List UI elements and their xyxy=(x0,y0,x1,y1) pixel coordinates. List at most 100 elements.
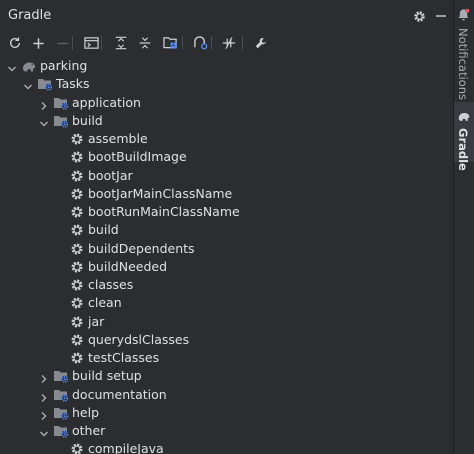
task-folder-icon xyxy=(53,113,69,129)
node-label: application xyxy=(72,94,141,110)
node-label: clean xyxy=(88,295,122,311)
node-label: buildNeeded xyxy=(88,258,168,274)
task-group-node[interactable]: other xyxy=(0,422,453,440)
gear-icon xyxy=(69,259,85,275)
chevron-right-icon[interactable] xyxy=(38,389,50,402)
node-label: build xyxy=(72,112,103,128)
task-node[interactable]: querydslClasses xyxy=(0,331,453,349)
gear-icon xyxy=(69,314,85,330)
task-group-node[interactable]: help xyxy=(0,404,453,422)
task-node[interactable]: jar xyxy=(0,313,453,331)
task-node[interactable]: classes xyxy=(0,276,453,294)
group-modules-icon[interactable] xyxy=(160,33,180,53)
gear-icon xyxy=(69,204,85,220)
node-label: compileJava xyxy=(88,441,164,454)
task-folder-icon xyxy=(37,76,53,92)
gear-icon xyxy=(69,149,85,165)
gear-icon xyxy=(69,441,85,454)
node-label: build xyxy=(88,222,119,238)
gear-icon xyxy=(69,350,85,366)
task-folder-icon xyxy=(53,368,69,384)
chevron-right-icon[interactable] xyxy=(38,370,50,384)
task-node[interactable]: buildNeeded xyxy=(0,258,453,276)
node-label: classes xyxy=(88,277,134,292)
chevron-right-icon[interactable] xyxy=(38,97,50,110)
elephant-icon xyxy=(21,58,37,74)
node-label: assemble xyxy=(88,131,148,146)
gear-icon xyxy=(69,222,85,238)
project-node[interactable]: parking xyxy=(0,57,453,75)
task-node[interactable]: bootJar xyxy=(0,167,453,185)
task-group-node[interactable]: documentation xyxy=(0,386,453,404)
execute-task-icon[interactable] xyxy=(81,33,101,53)
chevron-down-icon[interactable] xyxy=(22,78,34,90)
right-tool-strip: Notifications Gradle xyxy=(453,0,474,454)
task-node[interactable]: bootJarMainClassName xyxy=(0,185,453,203)
chevron-down-icon[interactable] xyxy=(6,60,18,72)
node-label: Tasks xyxy=(56,76,90,92)
gear-icon xyxy=(69,277,85,293)
gear-icon xyxy=(69,241,85,257)
gradle-tool-window: Gradle parking Tasks application build assem… xyxy=(0,0,453,454)
expand-all-icon[interactable] xyxy=(111,33,131,53)
gear-icon xyxy=(69,295,85,311)
task-group-node[interactable]: Tasks xyxy=(0,75,453,93)
toolbar-separator xyxy=(72,36,73,50)
tool-window-title: Gradle xyxy=(8,8,52,23)
node-label: build setup xyxy=(72,368,142,384)
task-node[interactable]: assemble xyxy=(0,130,453,148)
node-label: testClasses xyxy=(88,350,160,365)
toolbar-separator xyxy=(211,36,212,50)
task-node[interactable]: clean xyxy=(0,294,453,312)
toggle-offline-icon[interactable] xyxy=(219,33,239,53)
tab-gradle[interactable]: Gradle xyxy=(454,102,474,171)
task-folder-icon xyxy=(53,387,69,403)
task-node[interactable]: bootBuildImage xyxy=(0,148,453,166)
bell-icon xyxy=(457,6,471,21)
gear-icon xyxy=(69,186,85,202)
reload-icon[interactable] xyxy=(5,33,25,53)
minimize-icon[interactable] xyxy=(432,7,450,25)
gear-icon xyxy=(69,332,85,348)
tab-label: Notifications xyxy=(456,28,470,100)
tool-window-header: Gradle xyxy=(0,0,453,32)
gradle-task-tree[interactable]: parking Tasks application build assemble boot… xyxy=(0,56,453,454)
elephant-icon xyxy=(457,108,471,122)
node-label: bootJarMainClassName xyxy=(88,185,233,201)
gear-icon xyxy=(69,168,85,184)
task-group-node[interactable]: build setup xyxy=(0,367,453,385)
task-node[interactable]: compileJava xyxy=(0,440,453,454)
task-group-node[interactable]: application xyxy=(0,94,453,112)
add-icon[interactable] xyxy=(28,33,48,53)
remove-icon[interactable] xyxy=(52,33,72,53)
build-settings-icon[interactable] xyxy=(251,33,271,53)
node-label: jar xyxy=(88,313,105,329)
node-label: other xyxy=(72,423,106,438)
chevron-right-icon[interactable] xyxy=(38,407,50,420)
analyze-dependencies-icon[interactable] xyxy=(190,33,210,53)
node-label: bootRunMainClassName xyxy=(88,204,240,219)
task-node[interactable]: build xyxy=(0,221,453,239)
task-node[interactable]: buildDependents xyxy=(0,240,453,258)
chevron-down-icon[interactable] xyxy=(38,425,50,437)
collapse-all-icon[interactable] xyxy=(135,33,155,53)
task-folder-icon xyxy=(53,95,69,111)
node-label: help xyxy=(72,404,100,420)
chevron-down-icon[interactable] xyxy=(38,115,50,127)
task-node[interactable]: bootRunMainClassName xyxy=(0,203,453,221)
node-label: bootJar xyxy=(88,167,133,183)
tab-label: Gradle xyxy=(456,128,470,171)
node-label: querydslClasses xyxy=(88,331,190,347)
node-label: documentation xyxy=(72,386,167,402)
tab-notifications[interactable]: Notifications xyxy=(454,0,474,100)
toolbar-separator xyxy=(101,36,102,50)
toolbar-separator xyxy=(242,36,243,50)
gear-icon[interactable] xyxy=(410,7,428,25)
task-folder-icon xyxy=(53,423,69,439)
task-folder-icon xyxy=(53,405,69,421)
node-label: buildDependents xyxy=(88,240,195,256)
task-group-node[interactable]: build xyxy=(0,112,453,130)
toolbar-separator xyxy=(182,36,183,50)
task-node[interactable]: testClasses xyxy=(0,349,453,367)
gear-icon xyxy=(69,131,85,147)
